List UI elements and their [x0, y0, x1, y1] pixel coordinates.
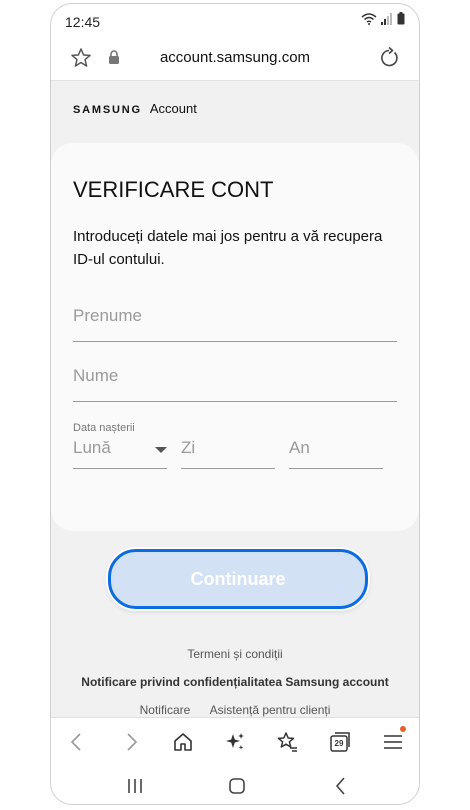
- status-icons: [361, 12, 405, 25]
- signal-icon: [381, 12, 392, 25]
- recent-apps-icon[interactable]: [123, 775, 147, 797]
- page-title: VERIFICARE CONT: [73, 177, 274, 202]
- terms-link[interactable]: Termeni și condiții: [51, 647, 419, 661]
- status-bar: 12:45: [51, 4, 419, 36]
- back-nav-icon[interactable]: [329, 775, 353, 797]
- continue-button[interactable]: Continuare: [108, 549, 368, 609]
- browser-address-bar: account.samsung.com: [51, 36, 419, 81]
- brand-logo: SAMSUNG Account: [73, 101, 197, 116]
- menu-icon[interactable]: [381, 730, 405, 754]
- month-value: Lună: [73, 438, 111, 457]
- tabs-count: 29: [334, 739, 344, 748]
- reload-icon[interactable]: [377, 46, 401, 70]
- last-name-field[interactable]: [73, 366, 397, 402]
- notification-dot: [400, 726, 406, 732]
- day-input[interactable]: [181, 438, 275, 458]
- bookmarks-icon[interactable]: [275, 730, 299, 754]
- day-field[interactable]: [181, 438, 275, 469]
- first-name-input[interactable]: [73, 306, 397, 326]
- tabs-button[interactable]: 29: [328, 730, 352, 754]
- wifi-icon: [361, 12, 377, 25]
- notice-link[interactable]: Notificare: [140, 703, 191, 717]
- back-icon[interactable]: [65, 730, 89, 754]
- battery-icon: [397, 12, 405, 25]
- home-nav-icon[interactable]: [225, 775, 249, 797]
- year-input[interactable]: [289, 438, 383, 458]
- phone-frame: 12:45 account.samsung.com SAMSUNG Accoun…: [50, 3, 420, 805]
- verification-card: VERIFICARE CONT Introduceți datele mai j…: [51, 143, 419, 531]
- first-name-field[interactable]: [73, 306, 397, 342]
- home-icon[interactable]: [171, 730, 195, 754]
- brand-account: Account: [149, 101, 197, 116]
- card-description: Introduceți datele mai jos pentru a vă r…: [73, 228, 383, 268]
- system-nav-bar: [51, 765, 419, 804]
- year-field[interactable]: [289, 438, 383, 469]
- support-link[interactable]: Asistență pentru clienți: [210, 703, 331, 717]
- forward-icon[interactable]: [119, 730, 143, 754]
- privacy-link[interactable]: Notificare privind confidențialitatea Sa…: [51, 675, 419, 689]
- url-text[interactable]: account.samsung.com: [51, 49, 419, 66]
- footer-links: Notificare Asistență pentru clienți: [51, 703, 419, 717]
- sparkle-icon[interactable]: [223, 730, 247, 754]
- chevron-down-icon: [155, 447, 167, 453]
- month-select[interactable]: Lună: [73, 438, 167, 469]
- brand-samsung: SAMSUNG: [73, 104, 142, 116]
- browser-toolbar: 29: [51, 717, 419, 766]
- last-name-input[interactable]: [73, 366, 397, 386]
- status-time: 12:45: [65, 14, 101, 30]
- page-content: SAMSUNG Account VERIFICARE CONT Introduc…: [51, 81, 419, 717]
- dob-label: Data nașterii: [73, 422, 135, 434]
